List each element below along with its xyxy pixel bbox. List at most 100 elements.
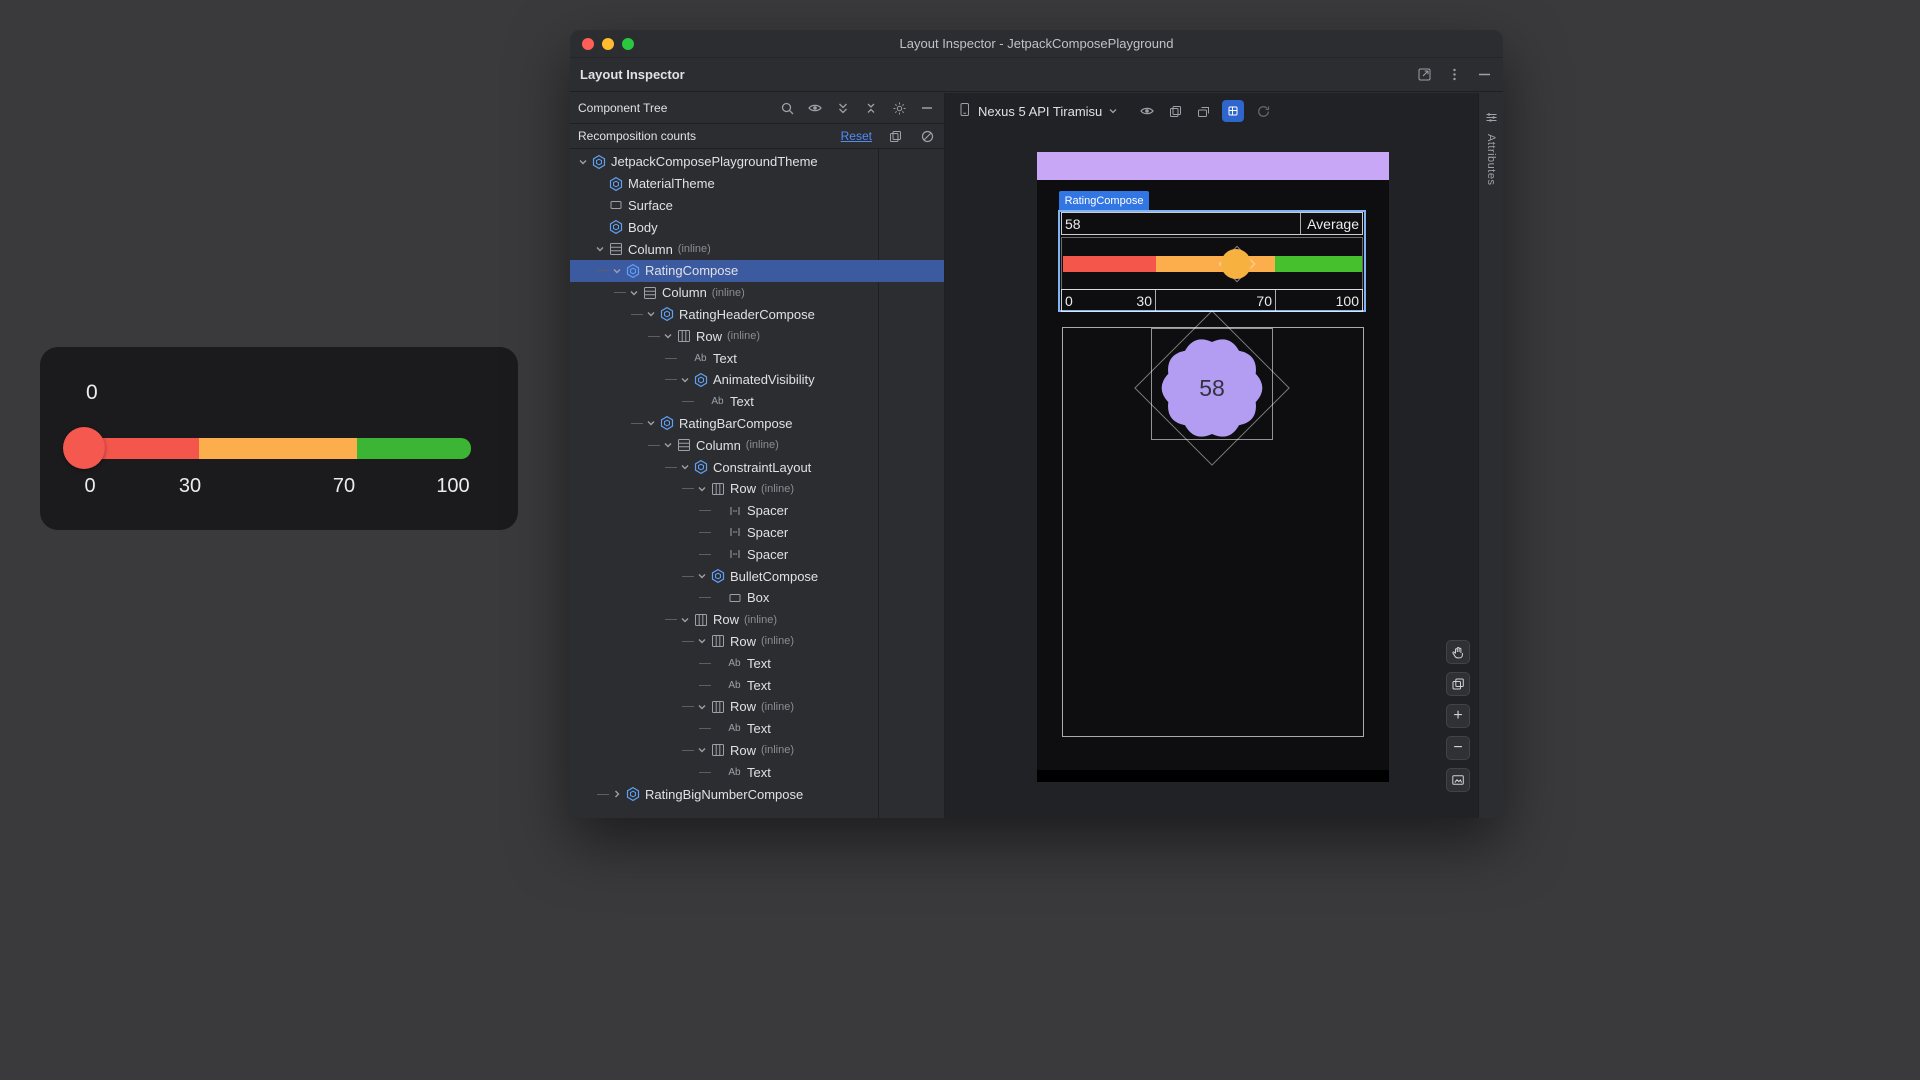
tree-node-row[interactable]: Row(inline) — [570, 631, 944, 653]
hide-tree-icon[interactable] — [918, 99, 936, 117]
chevron-down-icon[interactable] — [576, 156, 590, 168]
row-icon — [709, 742, 726, 758]
device-toolbar: Nexus 5 API Tiramisu — [945, 93, 1478, 129]
search-icon[interactable] — [778, 99, 796, 117]
zoom-in-button[interactable]: + — [1446, 704, 1470, 728]
tree-node-spacer[interactable]: Spacer — [570, 500, 944, 522]
tree-node-surface[interactable]: Surface — [570, 195, 944, 217]
spacer-icon — [726, 546, 743, 562]
copy-icon[interactable] — [886, 127, 904, 145]
tree-node-row[interactable]: Row(inline) — [570, 696, 944, 718]
compose-icon — [607, 219, 624, 235]
layers-icon[interactable] — [1446, 672, 1470, 696]
device-scale-label: 100 — [1275, 290, 1362, 311]
window-titlebar[interactable]: Layout Inspector - JetpackComposePlaygro… — [570, 30, 1503, 58]
tree-node-body[interactable]: Body — [570, 216, 944, 238]
bar-segment — [199, 438, 357, 459]
tree-node-spacer[interactable]: Spacer — [570, 543, 944, 565]
tree-node-materialtheme[interactable]: MaterialTheme — [570, 173, 944, 195]
tree-node-ratingheadercompose[interactable]: RatingHeaderCompose — [570, 304, 944, 326]
tree-node-label: Spacer — [747, 525, 788, 540]
visibility-eye-icon[interactable] — [806, 99, 824, 117]
component-tree-title: Component Tree — [578, 101, 667, 115]
tree-node-label: BulletCompose — [730, 569, 818, 584]
tree-node-animatedvisibility[interactable]: AnimatedVisibility — [570, 369, 944, 391]
tree-node-text[interactable]: AbText — [570, 347, 944, 369]
layer-spacing-icon[interactable] — [1194, 102, 1212, 120]
tree-node-row[interactable]: Row(inline) — [570, 740, 944, 762]
spacer-icon — [726, 503, 743, 519]
tree-node-jetpackcomposeplaygroundtheme[interactable]: JetpackComposePlaygroundTheme — [570, 151, 944, 173]
toggle-overlay-button[interactable] — [1222, 100, 1244, 122]
device-selector[interactable]: Nexus 5 API Tiramisu — [957, 102, 1118, 120]
tree-node-label: Text — [747, 765, 771, 780]
tree-node-row[interactable]: Row(inline) — [570, 478, 944, 500]
chevron-down-icon[interactable] — [593, 243, 607, 255]
chevron-down-icon[interactable] — [610, 265, 624, 277]
tree-node-text[interactable]: AbText — [570, 391, 944, 413]
preview-scale: 03070100 — [40, 475, 518, 503]
zoom-out-button[interactable]: − — [1446, 736, 1470, 760]
tree-node-column[interactable]: Column(inline) — [570, 434, 944, 456]
tree-node-text[interactable]: AbText — [570, 718, 944, 740]
chevron-down-icon[interactable] — [627, 287, 641, 299]
more-options-kebab-icon[interactable] — [1445, 66, 1463, 84]
spacer-icon — [726, 524, 743, 540]
tree-node-column[interactable]: Column(inline) — [570, 282, 944, 304]
tree-node-text[interactable]: AbText — [570, 674, 944, 696]
layout-inspector-window: Layout Inspector - JetpackComposePlaygro… — [570, 30, 1503, 818]
view-options-eye-icon[interactable] — [1138, 102, 1156, 120]
reset-counts-link[interactable]: Reset — [841, 129, 872, 143]
inline-tag: (inline) — [746, 439, 779, 451]
tree-node-bulletcompose[interactable]: BulletCompose — [570, 565, 944, 587]
tree-node-text[interactable]: AbText — [570, 652, 944, 674]
tree-node-constraintlayout[interactable]: ConstraintLayout — [570, 456, 944, 478]
chevron-down-icon[interactable] — [678, 461, 692, 473]
tree-node-ratingbignumbercompose[interactable]: RatingBigNumberCompose — [570, 783, 944, 805]
tree-node-label: ConstraintLayout — [713, 460, 811, 475]
minimize-window-button[interactable] — [602, 38, 614, 50]
chevron-down-icon[interactable] — [695, 570, 709, 582]
chevron-down-icon[interactable] — [678, 614, 692, 626]
refresh-icon[interactable] — [1254, 102, 1272, 120]
zoom-window-button[interactable] — [622, 38, 634, 50]
component-tree-list: JetpackComposePlaygroundTheme MaterialThe… — [570, 149, 944, 818]
chevron-down-icon[interactable] — [661, 330, 675, 342]
open-in-new-window-icon[interactable] — [1415, 66, 1433, 84]
device-scale-row: 03070100 — [1061, 289, 1363, 312]
chevron-down-icon[interactable] — [695, 483, 709, 495]
chevron-down-icon[interactable] — [644, 308, 658, 320]
pan-hand-icon[interactable] — [1446, 640, 1470, 664]
close-window-button[interactable] — [582, 38, 594, 50]
collapse-all-icon[interactable] — [862, 99, 880, 117]
inline-tag: (inline) — [727, 330, 760, 342]
expand-all-icon[interactable] — [834, 99, 852, 117]
tree-node-row[interactable]: Row(inline) — [570, 609, 944, 631]
hide-panel-icon[interactable] — [1475, 66, 1493, 84]
tree-node-text[interactable]: AbText — [570, 761, 944, 783]
tree-node-ratingbarcompose[interactable]: RatingBarCompose — [570, 413, 944, 435]
chevron-right-icon[interactable] — [610, 788, 624, 800]
chevron-down-icon[interactable] — [695, 635, 709, 647]
tree-node-box[interactable]: Box — [570, 587, 944, 609]
settings-gear-icon[interactable] — [890, 99, 908, 117]
snapshot-layers-icon[interactable] — [1166, 102, 1184, 120]
chevron-down-icon[interactable] — [695, 701, 709, 713]
device-screen[interactable]: RatingCompose 58 Average 03070100 — [1037, 152, 1389, 782]
tree-node-row[interactable]: Row(inline) — [570, 325, 944, 347]
attributes-panel-tab[interactable]: Attributes — [1478, 93, 1503, 818]
column-icon — [675, 437, 692, 453]
text-icon: Ab — [709, 394, 726, 410]
tree-node-label: MaterialTheme — [628, 176, 715, 191]
chevron-down-icon[interactable] — [644, 417, 658, 429]
chevron-down-icon[interactable] — [678, 374, 692, 386]
recomposition-counts-label: Recomposition counts — [578, 129, 696, 143]
attributes-panel-label: Attributes — [1485, 134, 1497, 185]
tree-node-spacer[interactable]: Spacer — [570, 522, 944, 544]
disable-counts-icon[interactable] — [918, 127, 936, 145]
chevron-down-icon[interactable] — [661, 439, 675, 451]
tree-node-column[interactable]: Column(inline) — [570, 238, 944, 260]
fit-to-screen-button[interactable] — [1446, 768, 1470, 792]
chevron-down-icon[interactable] — [695, 744, 709, 756]
tree-node-ratingcompose[interactable]: RatingCompose — [570, 260, 944, 282]
